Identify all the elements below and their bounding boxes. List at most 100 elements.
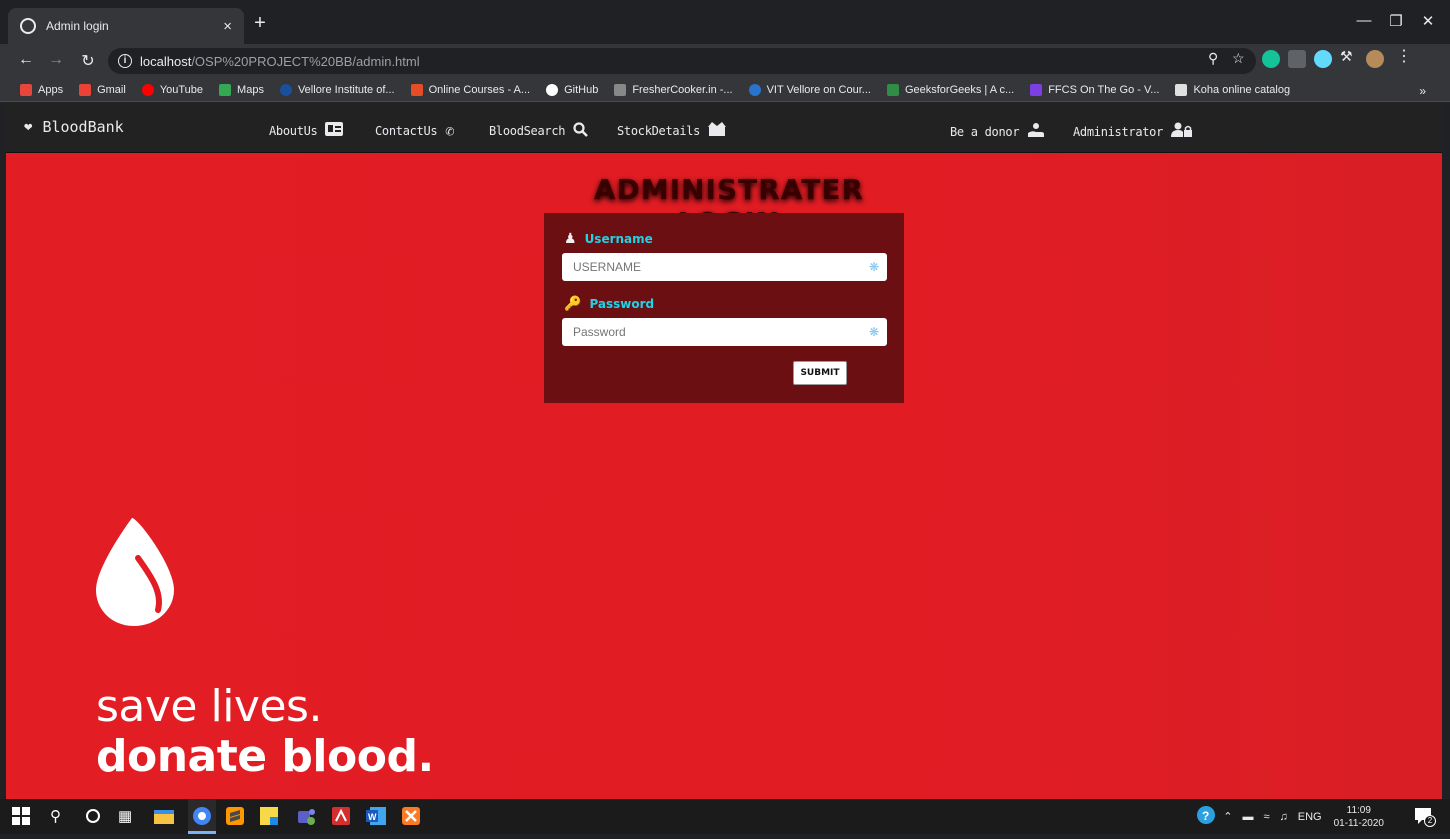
key-icon: 🔑 — [564, 296, 582, 312]
acrobat-icon[interactable] — [332, 807, 352, 827]
bookmark-item[interactable]: GeeksforGeeks | A c... — [886, 83, 1015, 96]
search-icon[interactable]: ⚲ — [50, 807, 70, 827]
nav-about[interactable]: AboutUs — [269, 122, 344, 139]
bookmark-label: Gmail — [97, 83, 126, 96]
slogan-line-1: save lives. — [96, 681, 322, 732]
notification-count: 2 — [1424, 815, 1436, 827]
cortana-icon[interactable] — [84, 807, 104, 827]
globe-icon — [20, 18, 36, 34]
react-extension-icon[interactable] — [1314, 50, 1332, 68]
bookmark-item[interactable]: FresherCooker.in -... — [614, 83, 733, 96]
task-view-icon[interactable]: ▦ — [118, 807, 138, 827]
volume-icon[interactable]: ♫ — [1279, 811, 1287, 823]
password-input[interactable]: Password ❋ — [562, 318, 887, 346]
close-tab-icon[interactable]: × — [223, 18, 232, 35]
browser-tab[interactable]: Admin login × — [8, 8, 244, 44]
geeksforgeeks-icon — [886, 83, 899, 96]
bookmark-item[interactable]: Koha online catalog — [1175, 83, 1290, 96]
notification-icon[interactable]: 2 — [1414, 806, 1436, 827]
bookmark-label: YouTube — [159, 83, 204, 96]
extension-icon[interactable] — [1288, 50, 1306, 68]
nav-be-a-donor-label: Be a donor — [950, 124, 1020, 139]
teams-icon[interactable] — [296, 807, 316, 827]
svg-text:W: W — [368, 812, 377, 822]
puzzle-icon[interactable]: ⚒ — [1340, 48, 1358, 66]
clock[interactable]: 11:09 01-11-2020 — [1334, 804, 1384, 830]
zoom-icon[interactable]: ⚲ — [1208, 50, 1218, 67]
bookmark-item[interactable]: Online Courses - A... — [410, 83, 531, 96]
username-placeholder: USERNAME — [573, 260, 642, 274]
reload-icon[interactable]: ↻ — [78, 51, 98, 71]
hand-holding-icon — [1027, 122, 1045, 141]
courses-icon — [410, 83, 423, 96]
url-host: localhost — [140, 53, 192, 69]
language-indicator[interactable]: ENG — [1298, 811, 1322, 823]
windows-taskbar: ⚲ ▦ W ? ⌃ ▬ ≈ ♫ ENG 11:09 01-11-2020 2 — [0, 799, 1450, 834]
bookmarks-more-icon[interactable]: » — [1419, 84, 1426, 98]
username-input[interactable]: USERNAME ❋ — [562, 253, 887, 281]
maximize-icon[interactable]: ❐ — [1386, 12, 1406, 30]
password-label-text: Password — [589, 297, 655, 311]
bookmark-label: GeeksforGeeks | A c... — [904, 83, 1015, 96]
autofill-icon[interactable]: ❋ — [869, 260, 879, 274]
nav-bloodsearch[interactable]: BloodSearch — [489, 122, 589, 140]
address-bar[interactable]: i localhost /OSP%20PROJECT%20BB/admin.ht… — [108, 48, 1256, 74]
search-icon — [573, 122, 589, 140]
bookmark-item[interactable]: Gmail — [79, 83, 126, 96]
avatar[interactable] — [1366, 50, 1384, 68]
bookmark-item[interactable]: GitHub — [546, 83, 599, 96]
file-explorer-icon[interactable] — [154, 807, 174, 827]
star-icon[interactable]: ☆ — [1232, 50, 1245, 67]
windows-start-icon[interactable] — [12, 807, 32, 827]
nav-about-label: AboutUs — [269, 123, 318, 138]
bookmark-item[interactable]: Apps — [20, 83, 63, 96]
koha-icon — [1175, 83, 1188, 96]
grammarly-extension-icon[interactable] — [1262, 50, 1280, 68]
vit-icon — [279, 83, 292, 96]
help-icon[interactable]: ? — [1197, 806, 1216, 827]
site-navbar: ❤ BloodBank AboutUs ContactUs ✆ BloodSea… — [6, 102, 1442, 153]
ffcs-icon — [1030, 83, 1043, 96]
word-icon[interactable]: W — [366, 807, 386, 827]
back-icon[interactable]: ← — [16, 51, 36, 69]
close-window-icon[interactable]: ✕ — [1418, 12, 1438, 30]
xampp-icon[interactable] — [402, 807, 422, 827]
bookmark-label: FFCS On The Go - V... — [1048, 83, 1160, 96]
bookmark-label: Online Courses - A... — [428, 83, 531, 96]
nav-contact[interactable]: ContactUs ✆ — [375, 122, 454, 140]
bookmark-item[interactable]: Vellore Institute of... — [279, 83, 395, 96]
youtube-icon — [141, 83, 154, 96]
bookmark-item[interactable]: YouTube — [141, 83, 204, 96]
bookmark-label: GitHub — [564, 83, 599, 96]
maps-icon — [219, 83, 232, 96]
info-icon[interactable]: i — [118, 54, 132, 68]
minimize-icon[interactable]: — — [1354, 12, 1374, 29]
bookmark-item[interactable]: FFCS On The Go - V... — [1030, 83, 1160, 96]
id-card-icon — [325, 122, 344, 139]
chrome-taskbar-button[interactable] — [188, 799, 216, 834]
nav-stockdetails[interactable]: StockDetails — [617, 122, 727, 139]
forward-icon[interactable]: → — [46, 51, 66, 69]
brand-name: BloodBank — [42, 118, 124, 136]
nav-be-a-donor[interactable]: Be a donor — [950, 122, 1045, 141]
bookmark-item[interactable]: VIT Vellore on Cour... — [748, 83, 871, 96]
nav-administrator[interactable]: Administrator — [1073, 122, 1193, 141]
new-tab-button[interactable]: + — [250, 13, 270, 34]
sublime-icon[interactable] — [226, 807, 246, 827]
nav-bloodsearch-label: BloodSearch — [489, 124, 566, 138]
username-label-text: Username — [584, 232, 653, 246]
sticky-notes-icon[interactable] — [260, 807, 280, 827]
autofill-icon[interactable]: ❋ — [869, 325, 879, 339]
submit-button[interactable]: SUBMIT — [793, 361, 847, 385]
browser-tab-bar: Admin login × + — ❐ ✕ — [0, 0, 1450, 44]
bookmark-label: VIT Vellore on Cour... — [766, 83, 871, 96]
coursera-icon — [748, 83, 761, 96]
bookmark-item[interactable]: Maps — [219, 83, 264, 96]
brand-link[interactable]: ❤ BloodBank — [24, 118, 124, 136]
phone-icon: ✆ — [445, 122, 455, 140]
wifi-icon[interactable]: ≈ — [1263, 811, 1269, 823]
battery-icon[interactable]: ▬ — [1242, 811, 1253, 823]
menu-icon[interactable]: ⋮ — [1396, 46, 1414, 65]
chevron-up-icon[interactable]: ⌃ — [1223, 810, 1232, 823]
boxes-icon — [708, 122, 727, 139]
